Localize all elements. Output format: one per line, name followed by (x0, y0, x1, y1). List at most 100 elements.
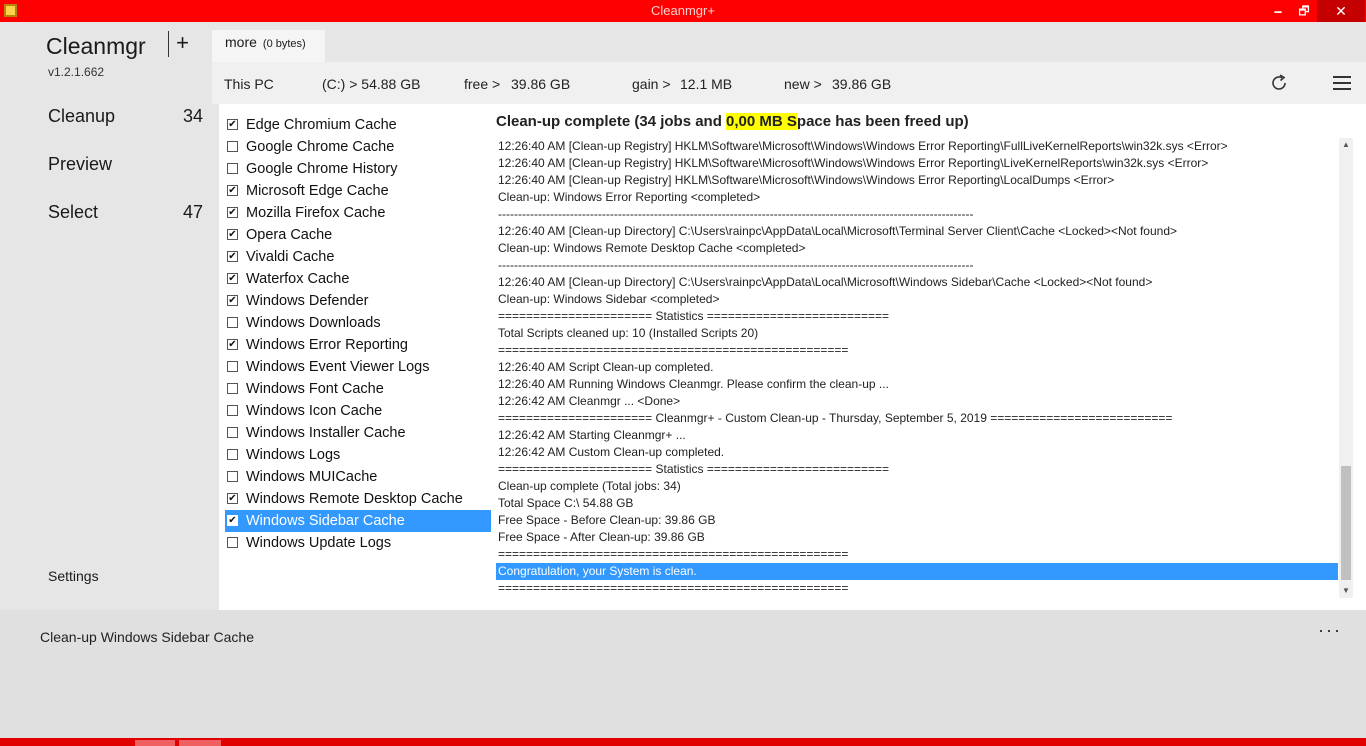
job-item[interactable]: ✔ Microsoft Edge Cache (225, 180, 491, 202)
log-line: 12:26:40 AM [Clean-up Directory] C:\User… (498, 224, 1177, 238)
tab-more[interactable]: more (0 bytes) (212, 30, 325, 62)
log-line: Total Scripts cleaned up: 10 (Installed … (498, 326, 759, 340)
job-item[interactable]: Google Chrome History (225, 158, 491, 180)
status-text: Clean-up Windows Sidebar Cache (40, 629, 254, 645)
log-scrollbar[interactable]: ▲ ▼ (1339, 138, 1353, 598)
hamburger-menu-icon[interactable] (1333, 76, 1351, 90)
gain-label: gain > (632, 76, 671, 92)
refresh-icon[interactable] (1269, 73, 1289, 93)
job-label: Opera Cache (246, 227, 333, 243)
maximize-button[interactable]: 🗗 (1291, 0, 1317, 22)
new-label: new > (784, 76, 822, 92)
job-checkbox[interactable]: ✔ (227, 493, 238, 504)
job-checkbox[interactable]: ✔ (227, 515, 238, 526)
job-label: Windows Logs (246, 447, 341, 463)
log-line: ========================================… (498, 547, 849, 561)
job-item[interactable]: ✔ Mozilla Firefox Cache (225, 202, 491, 224)
title-bar: Cleanmgr+ 🗕 🗗 ✕ (0, 0, 1366, 22)
job-item[interactable]: Windows MUICache (225, 466, 491, 488)
job-label: Windows Sidebar Cache (246, 513, 405, 529)
settings-link[interactable]: Settings (48, 568, 99, 584)
scroll-up-arrow-icon[interactable]: ▲ (1339, 138, 1353, 152)
job-item[interactable]: ✔ Windows Sidebar Cache (225, 510, 491, 532)
job-label: Windows Remote Desktop Cache (246, 491, 463, 507)
log-line: Free Space - After Clean-up: 39.86 GB (498, 530, 705, 544)
free-value: 39.86 GB (511, 76, 571, 92)
job-item[interactable]: ✔ Windows Error Reporting (225, 334, 491, 356)
job-checkbox[interactable]: ✔ (227, 339, 238, 350)
job-checkbox[interactable] (227, 471, 238, 482)
job-item[interactable]: Windows Event Viewer Logs (225, 356, 491, 378)
job-item[interactable]: Google Chrome Cache (225, 136, 491, 158)
log-line: 12:26:40 AM [Clean-up Directory] C:\User… (498, 275, 1153, 289)
log-line: Clean-up: Windows Remote Desktop Cache <… (498, 241, 806, 255)
job-label: Windows Downloads (246, 315, 381, 331)
job-checkbox[interactable]: ✔ (227, 295, 238, 306)
log-line: Clean-up: Windows Sidebar <completed> (498, 292, 720, 306)
taskbar-item[interactable] (179, 740, 221, 746)
job-checkbox[interactable]: ✔ (227, 207, 238, 218)
job-checkbox[interactable] (227, 317, 238, 328)
log-line: ====================== Statistics ======… (498, 462, 890, 476)
close-button[interactable]: ✕ (1317, 0, 1365, 22)
log-line: ========================================… (498, 581, 849, 595)
gain-value[interactable]: 12.1 MB (680, 76, 732, 92)
job-label: Windows Event Viewer Logs (246, 359, 430, 375)
job-item[interactable]: ✔ Windows Defender (225, 290, 491, 312)
job-label: Edge Chromium Cache (246, 117, 397, 133)
job-item[interactable]: Windows Installer Cache (225, 422, 491, 444)
log-title-end: pace has been freed up) (796, 113, 969, 130)
job-checkbox[interactable] (227, 361, 238, 372)
scroll-thumb[interactable] (1341, 466, 1351, 580)
log-line: 12:26:40 AM [Clean-up Registry] HKLM\Sof… (498, 173, 1115, 187)
nav-preview[interactable]: Preview (48, 154, 203, 175)
nav-cleanup-count: 34 (182, 106, 203, 126)
job-checkbox[interactable] (227, 427, 238, 438)
job-checkbox[interactable] (227, 449, 238, 460)
job-item[interactable]: ✔ Edge Chromium Cache (225, 114, 491, 136)
job-checkbox[interactable] (227, 163, 238, 174)
log-line: 12:26:42 AM Custom Clean-up completed. (498, 445, 725, 459)
job-item[interactable]: ✔ Windows Remote Desktop Cache (225, 488, 491, 510)
job-label: Windows Font Cache (246, 381, 384, 397)
log-title: Clean-up complete (34 jobs and 0,00 MB S… (496, 113, 969, 130)
job-item[interactable]: ✔ Waterfox Cache (225, 268, 491, 290)
job-checkbox[interactable]: ✔ (227, 251, 238, 262)
job-checkbox[interactable]: ✔ (227, 185, 238, 196)
drive-summary-bar: This PC (C:) > 54.88 GB free > 39.86 GB … (212, 62, 1366, 104)
job-checkbox[interactable] (227, 141, 238, 152)
job-label: Windows Error Reporting (246, 337, 408, 353)
job-label: Vivaldi Cache (246, 249, 335, 265)
job-checkbox[interactable]: ✔ (227, 229, 238, 240)
nav-cleanup[interactable]: Cleanup 34 (48, 106, 203, 127)
scroll-down-arrow-icon[interactable]: ▼ (1339, 584, 1353, 598)
job-item[interactable]: ✔ Vivaldi Cache (225, 246, 491, 268)
job-label: Google Chrome Cache (246, 139, 395, 155)
job-item[interactable]: Windows Font Cache (225, 378, 491, 400)
job-label: Google Chrome History (246, 161, 398, 177)
job-checkbox[interactable] (227, 405, 238, 416)
nav-cleanup-label: Cleanup (48, 106, 116, 126)
log-output[interactable]: 12:26:40 AM [Clean-up Registry] HKLM\Sof… (496, 138, 1338, 598)
job-item[interactable]: ✔ Opera Cache (225, 224, 491, 246)
job-checkbox[interactable]: ✔ (227, 119, 238, 130)
job-checkbox[interactable]: ✔ (227, 273, 238, 284)
nav-select[interactable]: Select 47 (48, 202, 203, 223)
add-button[interactable]: + (168, 31, 196, 57)
job-item[interactable]: Windows Icon Cache (225, 400, 491, 422)
more-options-icon[interactable]: ··· (1318, 620, 1342, 641)
log-line: Clean-up: Windows Error Reporting <compl… (498, 190, 761, 204)
minimize-button[interactable]: 🗕 (1265, 0, 1291, 22)
job-label: Windows Defender (246, 293, 369, 309)
job-item[interactable]: Windows Logs (225, 444, 491, 466)
log-title-highlight: 0,00 MB S (726, 113, 797, 130)
job-label: Windows MUICache (246, 469, 378, 485)
job-item[interactable]: Windows Update Logs (225, 532, 491, 554)
job-item[interactable]: Windows Downloads (225, 312, 491, 334)
job-checkbox[interactable] (227, 537, 238, 548)
app-version: v1.2.1.662 (48, 65, 105, 79)
job-checkbox[interactable] (227, 383, 238, 394)
job-label: Mozilla Firefox Cache (246, 205, 386, 221)
window-title: Cleanmgr+ (651, 3, 715, 18)
taskbar-item[interactable] (135, 740, 175, 746)
